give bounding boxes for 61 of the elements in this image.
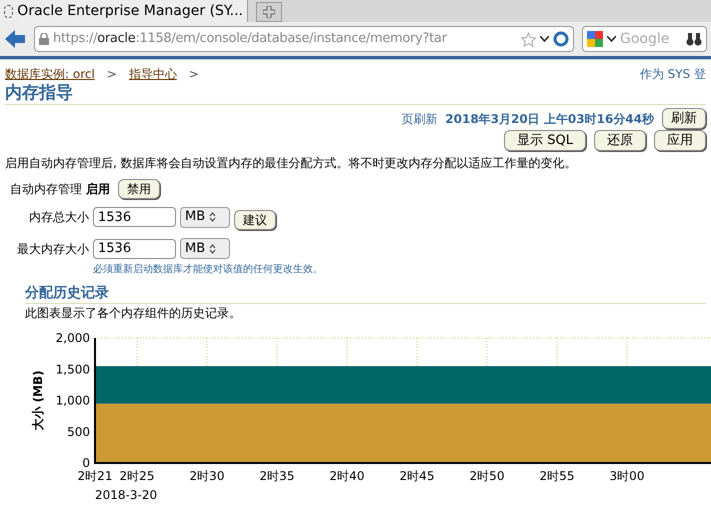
new-tab-button[interactable] (256, 2, 282, 22)
note-text: 必须重新启动数据库才能使对该值的任何更改生效。 (93, 262, 324, 277)
action-button[interactable]: 显示 SQL (504, 130, 586, 151)
breadcrumb-link[interactable]: 指导中心 (128, 64, 177, 82)
unit-select[interactable]: MB (180, 238, 230, 259)
refresh-label: 页刷新 (401, 110, 438, 128)
unit-select[interactable]: MB (180, 206, 230, 228)
x-tick-label: 2时35 (260, 469, 294, 483)
field-label: 最大内存大小 (16, 240, 89, 258)
binoculars-icon[interactable] (686, 32, 702, 46)
x-tick-label: 2时21 (78, 469, 112, 483)
x-tick-label: 2时30 (190, 469, 224, 483)
dropdown-caret-icon[interactable] (540, 36, 549, 42)
x-tick-label: 2时45 (400, 469, 434, 483)
y-tick-label: 0 (82, 456, 90, 470)
search-field[interactable]: Google (582, 26, 707, 52)
action-button[interactable]: 还原 (594, 130, 646, 151)
star-icon[interactable] (521, 32, 536, 46)
breadcrumb-link[interactable]: 数据库实例: orcl (5, 64, 95, 82)
y-axis-label: 大小 (MB) (31, 370, 45, 431)
field-label: 自动内存管理 (10, 181, 82, 198)
plus-icon (263, 6, 275, 18)
chart-description: 此图表显示了各个内存组件的历史记录。 (25, 305, 242, 322)
disable-button[interactable]: 禁用 (118, 179, 160, 199)
tab-title: Oracle Enterprise Manager (SY... (17, 2, 243, 20)
y-tick-label: 500 (67, 424, 90, 439)
advice-button[interactable]: 建议 (234, 210, 276, 230)
size-input[interactable]: 1536 (93, 207, 176, 227)
breadcrumb-separator: > (106, 66, 117, 82)
date-label: 2018-3-20 (95, 488, 158, 502)
address-bar[interactable]: https://oracle:1158/em/console/database/instance/memory?tar (34, 26, 574, 52)
page-title: 内存指导 (5, 82, 706, 105)
spinner-arrows-icon (209, 244, 216, 254)
refresh-time: 2018年3月20日 上午03时16分44秒 (445, 110, 654, 128)
reload-icon[interactable] (553, 31, 569, 47)
x-tick-label: 3时00 (610, 469, 644, 483)
refresh-button[interactable]: 刷新 (662, 108, 706, 129)
dropdown-caret-icon[interactable] (607, 36, 616, 42)
lock-icon (39, 33, 49, 45)
login-text: 作为 SYS 登 (640, 66, 706, 82)
x-tick-label: 2时55 (540, 469, 574, 483)
x-tick-label: 2时50 (470, 469, 504, 483)
browser-tab[interactable]: Oracle Enterprise Manager (SY... (0, 0, 248, 22)
search-input[interactable]: Google (620, 28, 682, 50)
page-icon (4, 4, 14, 18)
breadcrumb-separator: > (188, 66, 199, 82)
field-label: 内存总大小 (28, 209, 89, 226)
section-title: 分配历史记录 (25, 283, 706, 304)
action-button[interactable]: 应用 (654, 130, 706, 151)
back-arrow-icon[interactable] (4, 29, 26, 49)
status-text: 启用 (86, 181, 110, 198)
y-tick-label: 2,000 (56, 331, 90, 345)
y-tick-label: 1,500 (56, 362, 90, 376)
url-text: https://oracle:1158/em/console/database/instance/memory?tar (53, 30, 448, 48)
search-engine-icon (587, 31, 603, 47)
description-text: 启用自动内存管理后, 数据库将会自动设置内存的最佳分配方式。将不时更改内存分配以适应工作量的变化。 (5, 155, 578, 172)
x-tick-label: 2时25 (120, 469, 154, 483)
spinner-arrows-icon (209, 212, 216, 222)
y-tick-label: 1,000 (56, 394, 90, 408)
size-input[interactable]: 1536 (93, 238, 176, 258)
x-tick-label: 2时40 (330, 469, 364, 483)
